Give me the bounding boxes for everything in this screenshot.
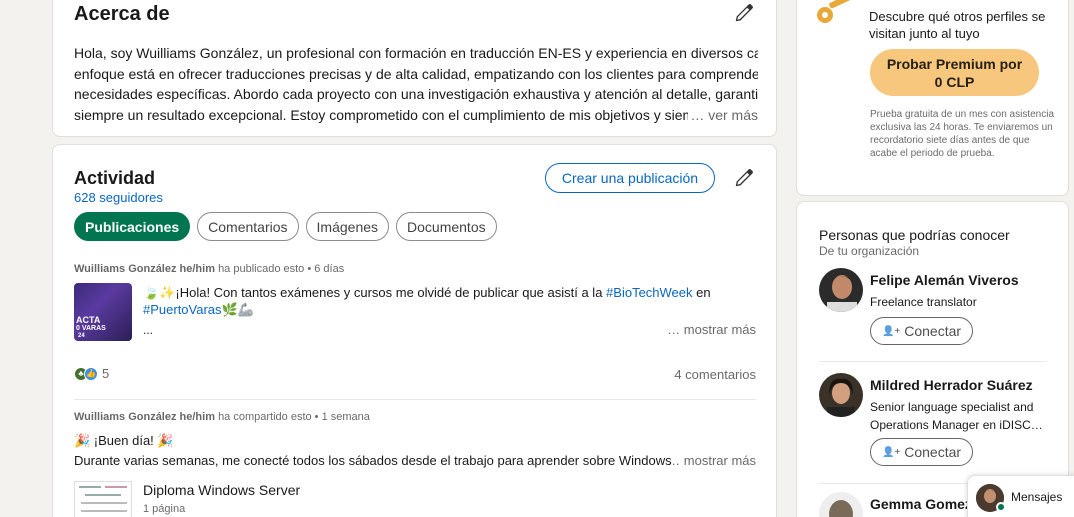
tab-documentos[interactable]: Documentos bbox=[396, 212, 497, 241]
post-image-thumbnail[interactable]: ACTA 0 VARAS 24 bbox=[74, 283, 132, 341]
tab-publicaciones[interactable]: Publicaciones bbox=[74, 212, 191, 241]
about-line: siempre un resultado excepcional. Estoy … bbox=[74, 106, 688, 123]
try-premium-button[interactable]: Probar Premium por 0 CLP bbox=[870, 49, 1039, 96]
post-meta: Wuilliams González he/him ha publicado e… bbox=[74, 263, 756, 275]
post-text: Durante varias semanas, me conecté todos… bbox=[74, 453, 674, 468]
avatar[interactable] bbox=[819, 373, 863, 417]
doc-line bbox=[85, 494, 121, 496]
followers-count-link[interactable]: 628 seguidores bbox=[74, 190, 163, 205]
add-person-icon: 👤+ bbox=[881, 446, 901, 458]
create-post-button[interactable]: Crear una publicación bbox=[545, 163, 715, 193]
reaction-count: 5 bbox=[102, 366, 110, 381]
person-name[interactable]: Mildred Herrador Suárez bbox=[870, 377, 1033, 393]
tab-comentarios[interactable]: Comentarios bbox=[197, 212, 299, 241]
premium-fine-print: Prueba gratuita de un mes con asistencia… bbox=[870, 109, 1054, 159]
activity-filter-tabs: Publicaciones Comentarios Imágenes Docum… bbox=[74, 212, 497, 241]
post-ellipsis: ... bbox=[143, 323, 154, 337]
doc-line bbox=[105, 486, 127, 488]
avatar[interactable] bbox=[819, 268, 863, 312]
reactions[interactable]: ♣ 👍 5 bbox=[74, 366, 109, 381]
post-text-part: 🍃✨¡Hola! Con tantos exámenes y cursos me… bbox=[143, 285, 607, 300]
person-name[interactable]: Gemma Gomez bbox=[870, 496, 972, 512]
avatar[interactable] bbox=[819, 492, 863, 517]
online-status-dot bbox=[996, 502, 1006, 512]
show-more-link[interactable]: … mostrar más bbox=[667, 453, 756, 468]
activity-title: Actividad bbox=[74, 168, 156, 188]
doc-line bbox=[79, 486, 101, 488]
activity-post[interactable]: Wuilliams González he/him ha publicado e… bbox=[74, 263, 756, 382]
post-text: 🍃✨¡Hola! Con tantos exámenes y cursos me… bbox=[143, 284, 756, 318]
people-title: Personas que podrías conocer bbox=[819, 227, 1010, 243]
edit-pencil-icon[interactable] bbox=[733, 167, 755, 189]
post-text-part: 🌿🦾 bbox=[221, 302, 254, 317]
add-person-icon: 👤+ bbox=[881, 325, 901, 337]
person-name[interactable]: Felipe Alemán Viveros bbox=[870, 272, 1019, 288]
divider bbox=[819, 361, 1046, 362]
about-line: enfoque está en ofrecer traducciones pre… bbox=[74, 65, 758, 82]
activity-post[interactable]: Wuilliams González he/him ha compartido … bbox=[74, 411, 756, 517]
thumb-text: 0 VARAS bbox=[76, 325, 106, 332]
hashtag-link[interactable]: #BioTechWeek bbox=[606, 285, 692, 300]
about-line: Hola, soy Wuilliams González, un profesi… bbox=[74, 45, 758, 61]
post-action: ha compartido esto • 1 semana bbox=[218, 411, 370, 423]
doc-line bbox=[81, 502, 127, 504]
premium-card: Descubre qué otros perfiles se visitan j… bbox=[796, 0, 1069, 196]
about-last-line: siempre un resultado excepcional. Estoy … bbox=[74, 105, 758, 126]
activity-card: Actividad 628 seguidores Crear una publi… bbox=[52, 144, 777, 517]
messaging-label[interactable]: Mensajes bbox=[1011, 490, 1062, 504]
about-card: Acerca de Hola, soy Wuilliams González, … bbox=[52, 0, 777, 137]
document-thumbnail[interactable] bbox=[74, 481, 132, 517]
premium-button-line: Probar Premium por bbox=[886, 55, 1023, 72]
people-you-may-know-card: Personas que podrías conocer De tu organ… bbox=[796, 201, 1069, 517]
person-headline: Senior language specialist and Operation… bbox=[870, 400, 1043, 432]
post-text-part: en bbox=[692, 285, 711, 300]
post-author: Wuilliams González he/him bbox=[74, 411, 215, 423]
about-line: necesidades específicas. Abordo cada pro… bbox=[74, 86, 758, 102]
like-reaction-icon: 👍 bbox=[84, 366, 98, 381]
tab-imagenes[interactable]: Imágenes bbox=[305, 212, 390, 241]
comments-count-link[interactable]: 4 comentarios bbox=[674, 367, 756, 382]
connect-button[interactable]: 👤+ Conectar bbox=[870, 317, 973, 345]
premium-button-line: 0 CLP bbox=[934, 73, 975, 90]
post-author: Wuilliams González he/him bbox=[74, 263, 215, 275]
premium-description: Descubre qué otros perfiles se visitan j… bbox=[869, 9, 1046, 41]
people-subtitle: De tu organización bbox=[819, 244, 920, 258]
about-text: Hola, soy Wuilliams González, un profesi… bbox=[74, 43, 758, 125]
connect-label: Conectar bbox=[904, 323, 962, 339]
messaging-bar[interactable]: Mensajes bbox=[967, 475, 1074, 517]
connect-button[interactable]: 👤+ Conectar bbox=[870, 438, 973, 466]
show-more-link[interactable]: … mostrar más bbox=[667, 322, 756, 337]
key-icon bbox=[817, 0, 853, 23]
post-action: ha publicado esto • 6 días bbox=[218, 263, 345, 275]
connect-label: Conectar bbox=[904, 444, 962, 460]
divider bbox=[74, 399, 756, 400]
post-meta: Wuilliams González he/him ha compartido … bbox=[74, 411, 756, 423]
edit-pencil-icon[interactable] bbox=[733, 2, 755, 24]
hashtag-link[interactable]: #PuertoVaras bbox=[143, 302, 222, 317]
document-pages: 1 página bbox=[143, 503, 186, 515]
about-title: Acerca de bbox=[74, 3, 170, 25]
thumb-text: 24 bbox=[78, 333, 85, 339]
post-text: 🎉 ¡Buen día! 🎉 bbox=[74, 433, 174, 448]
person-headline: Freelance translator bbox=[870, 295, 977, 309]
see-more-link[interactable]: … ver más bbox=[688, 105, 758, 126]
thumb-text: ACTA bbox=[76, 315, 101, 325]
document-title[interactable]: Diploma Windows Server bbox=[143, 482, 300, 498]
doc-line bbox=[81, 510, 127, 512]
